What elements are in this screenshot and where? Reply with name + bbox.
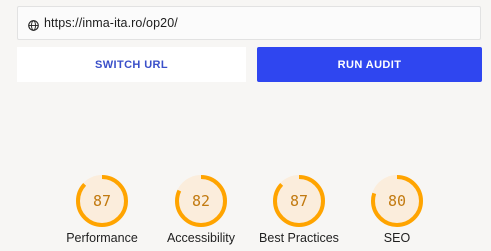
best-practices-score: 87 (289, 192, 309, 210)
performance-score: 87 (92, 192, 112, 210)
performance-label: Performance (66, 231, 138, 245)
seo-label: SEO (383, 231, 411, 245)
best-practices-label: Best Practices (259, 231, 339, 245)
url-text: https://inma-ita.ro/op20/ (44, 16, 178, 30)
globe-icon (28, 18, 39, 31)
accessibility-gauge: 82 (173, 173, 229, 229)
seo-gauge: 80 (369, 173, 425, 229)
best-practices-gauge: 87 (271, 173, 327, 229)
accessibility-label: Accessibility (166, 231, 236, 245)
url-bar[interactable]: https://inma-ita.ro/op20/ (17, 6, 481, 40)
seo-score: 80 (387, 192, 407, 210)
switch-url-button[interactable]: SWITCH URL (17, 47, 246, 82)
accessibility-score: 82 (191, 192, 211, 210)
performance-gauge: 87 (74, 173, 130, 229)
run-audit-button[interactable]: RUN AUDIT (257, 47, 482, 82)
